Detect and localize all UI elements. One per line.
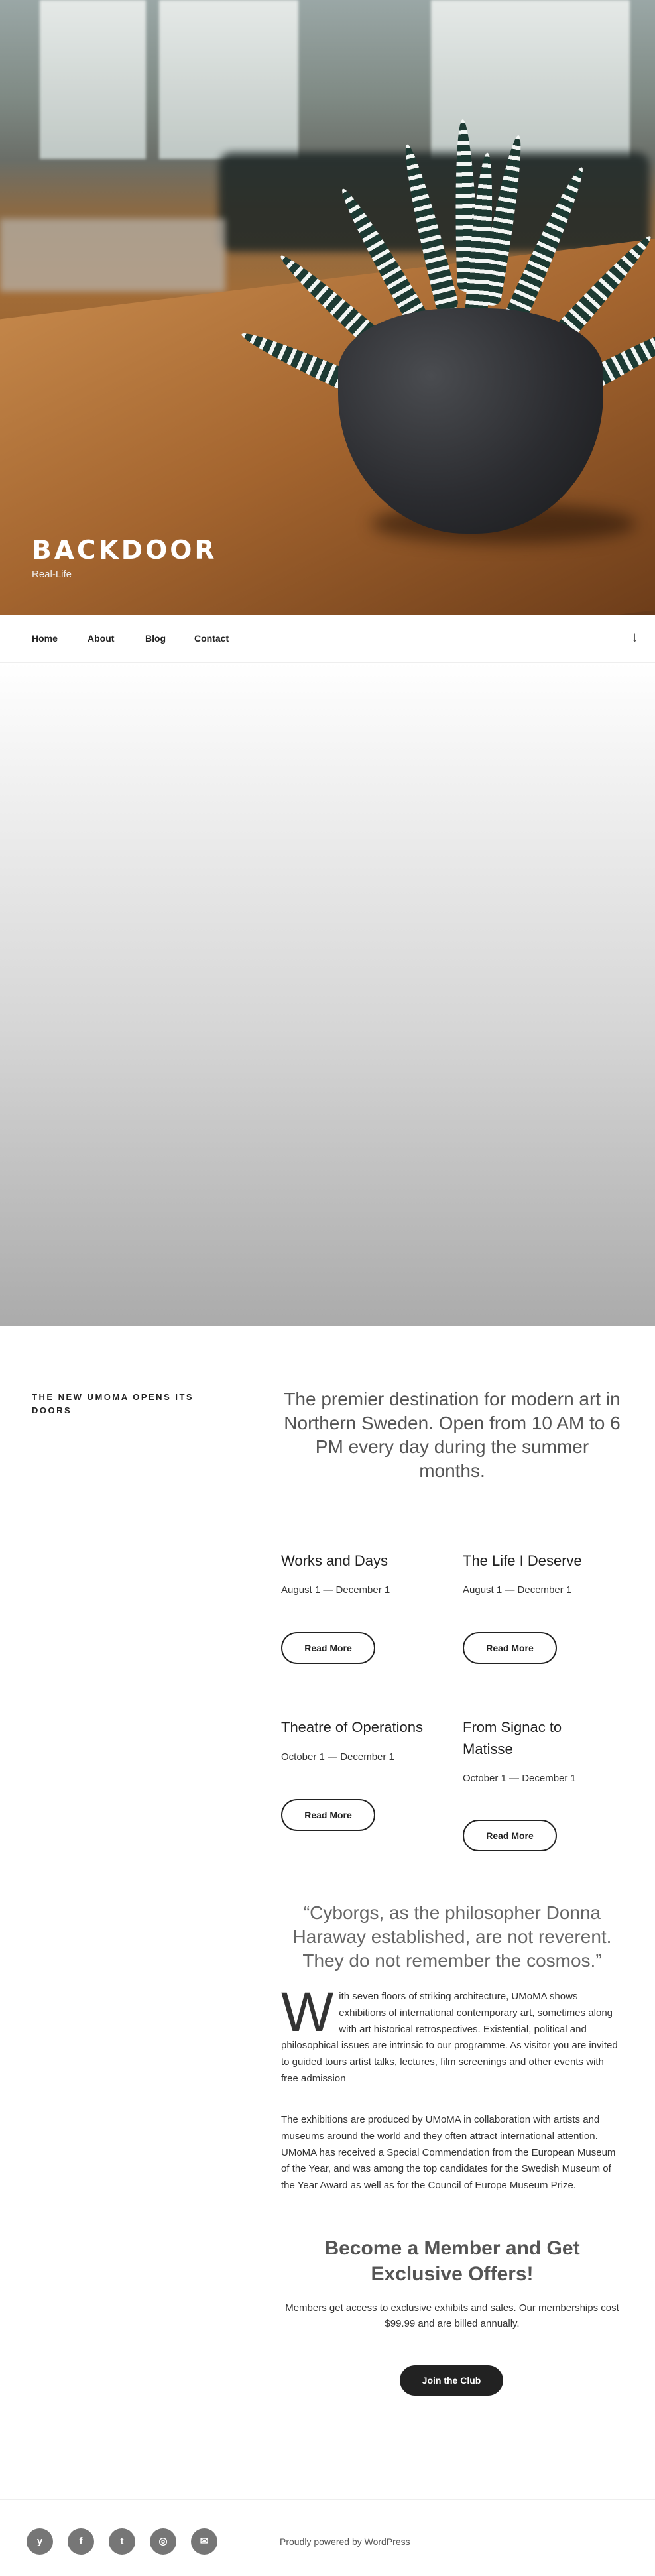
featured-image-panel bbox=[0, 663, 655, 1326]
nav-item-about[interactable]: About bbox=[88, 633, 114, 644]
exhibit-title[interactable]: Works and Days bbox=[281, 1550, 440, 1572]
facebook-icon[interactable]: f bbox=[68, 2528, 94, 2555]
background-window bbox=[40, 0, 146, 159]
powered-by-link[interactable]: Proudly powered by WordPress bbox=[280, 2536, 410, 2547]
site-footer: y f t ◎ ✉ Proudly powered by WordPress bbox=[0, 2499, 655, 2576]
nav-item-blog[interactable]: Blog bbox=[145, 633, 166, 644]
body-paragraph: The exhibitions are produced by UMoMA in… bbox=[281, 2114, 616, 2191]
exhibit-date: August 1 — December 1 bbox=[463, 1584, 572, 1596]
exhibit-title[interactable]: From Signac to Matisse bbox=[463, 1716, 609, 1760]
background-shelf bbox=[0, 219, 225, 292]
read-more-button[interactable]: Read More bbox=[463, 1820, 557, 1851]
exhibit-date: August 1 — December 1 bbox=[281, 1584, 390, 1596]
read-more-button[interactable]: Read More bbox=[281, 1799, 375, 1831]
instagram-icon[interactable]: ◎ bbox=[150, 2528, 176, 2555]
nav-item-home[interactable]: Home bbox=[32, 633, 58, 644]
section-title: THE NEW UMOMA OPENS ITS DOORS bbox=[32, 1392, 194, 1415]
email-icon[interactable]: ✉ bbox=[191, 2528, 217, 2555]
read-more-button[interactable]: Read More bbox=[463, 1632, 557, 1664]
background-window bbox=[159, 0, 298, 159]
section-intro: The premier destination for modern art i… bbox=[284, 1389, 621, 1482]
join-club-button[interactable]: Join the Club bbox=[400, 2365, 503, 2396]
read-more-button[interactable]: Read More bbox=[281, 1632, 375, 1664]
header-hero: BACKDOOR Real-Life bbox=[0, 0, 655, 615]
exhibit-title[interactable]: Theatre of Operations bbox=[281, 1716, 440, 1738]
twitter-icon[interactable]: t bbox=[109, 2528, 135, 2555]
site-description: Real-Life bbox=[32, 569, 72, 580]
site-title[interactable]: BACKDOOR bbox=[32, 536, 217, 565]
membership-text: Members get access to exclusive exhibits… bbox=[285, 2302, 619, 2330]
main-navigation: Home About Blog Contact ↓ bbox=[0, 615, 655, 663]
yelp-icon[interactable]: y bbox=[27, 2528, 53, 2555]
exhibit-date: October 1 — December 1 bbox=[281, 1751, 394, 1763]
exhibit-date: October 1 — December 1 bbox=[463, 1773, 576, 1784]
drop-cap: W bbox=[281, 1981, 334, 2043]
arrow-down-icon[interactable]: ↓ bbox=[631, 628, 638, 646]
body-paragraph: W ith seven floors of striking architect… bbox=[281, 1981, 623, 2087]
nav-item-contact[interactable]: Contact bbox=[194, 633, 229, 644]
pull-quote: “Cyborgs, as the philosopher Donna Haraw… bbox=[292, 1903, 612, 1971]
exhibit-title[interactable]: The Life I Deserve bbox=[463, 1550, 622, 1572]
membership-heading: Become a Member and Get Exclusive Offers… bbox=[324, 2237, 580, 2285]
